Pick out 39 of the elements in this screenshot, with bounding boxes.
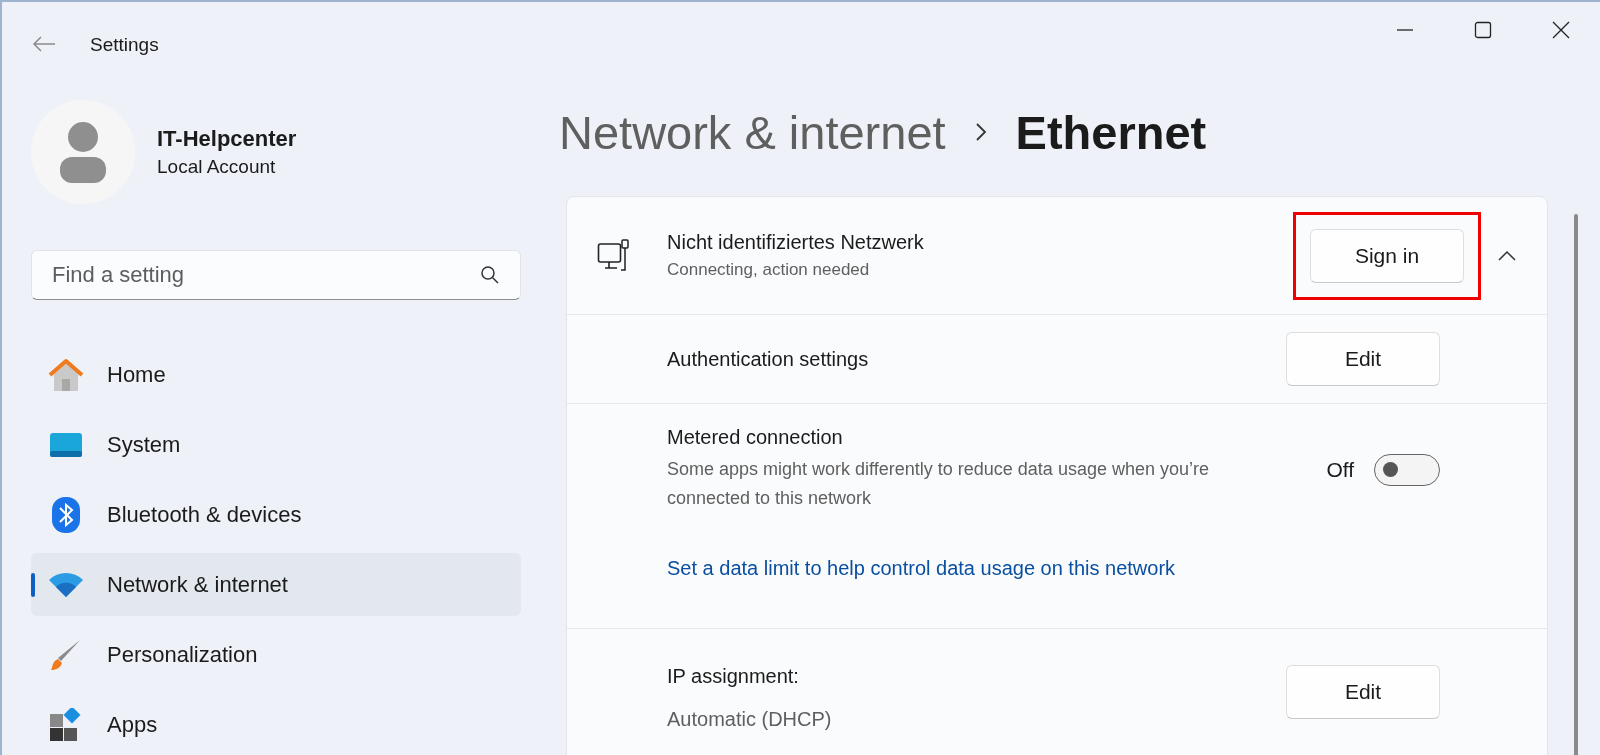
edit-button[interactable]: Edit [1286,665,1440,719]
data-limit-link[interactable]: Set a data limit to help control data usage on this network [667,557,1440,580]
nav-item[interactable]: Apps [31,693,521,755]
maximize-icon[interactable] [1474,21,1492,39]
nav-item[interactable]: Personalization [31,623,521,686]
nav-item[interactable]: Home [31,343,521,406]
nav-item[interactable]: System [31,413,521,476]
breadcrumb-parent[interactable]: Network & internet [559,104,946,160]
page-title: Ethernet [1015,104,1207,160]
window-title: Settings [90,34,159,56]
back-arrow-icon[interactable] [32,35,56,53]
setting-title: IP assignment: [667,665,800,688]
nav-item[interactable]: Bluetooth & devices [31,483,521,546]
search-icon [480,265,500,285]
network-name: Nicht identifiziertes Netzwerk [667,231,925,254]
account-name: IT-Helpcenter [157,126,297,152]
wifi-icon [48,571,84,598]
search-field[interactable]: Find a setting [31,250,521,300]
monitor-icon [48,431,84,458]
toggle-switch[interactable] [1374,453,1440,486]
selection-indicator [31,573,35,597]
chevron-right-icon [973,121,988,143]
search-input[interactable]: Find a setting [50,251,480,299]
sign-in-button[interactable]: Sign in [1310,228,1464,283]
chevron-icon[interactable] [1497,249,1517,262]
account-type: Local Account [157,156,277,178]
avatar-icon [31,100,135,204]
ethernet-monitor-icon [597,237,631,274]
setting-title: Authentication settings [667,347,870,371]
scrollbar[interactable] [1574,214,1578,755]
setting-title: Metered connection [667,426,844,449]
toggle-state: Off [1326,457,1354,482]
close-icon[interactable] [1552,21,1570,39]
edit-button[interactable]: Edit [1286,332,1440,386]
setting-description: Some apps might work differently to reduce data usage when you’re connected to this network [667,458,1210,510]
nav-item[interactable]: Network & internet [31,553,521,616]
network-status: Connecting, action needed [667,260,871,280]
setting-value: Automatic (DHCP) [667,708,833,731]
house-icon [48,357,84,392]
